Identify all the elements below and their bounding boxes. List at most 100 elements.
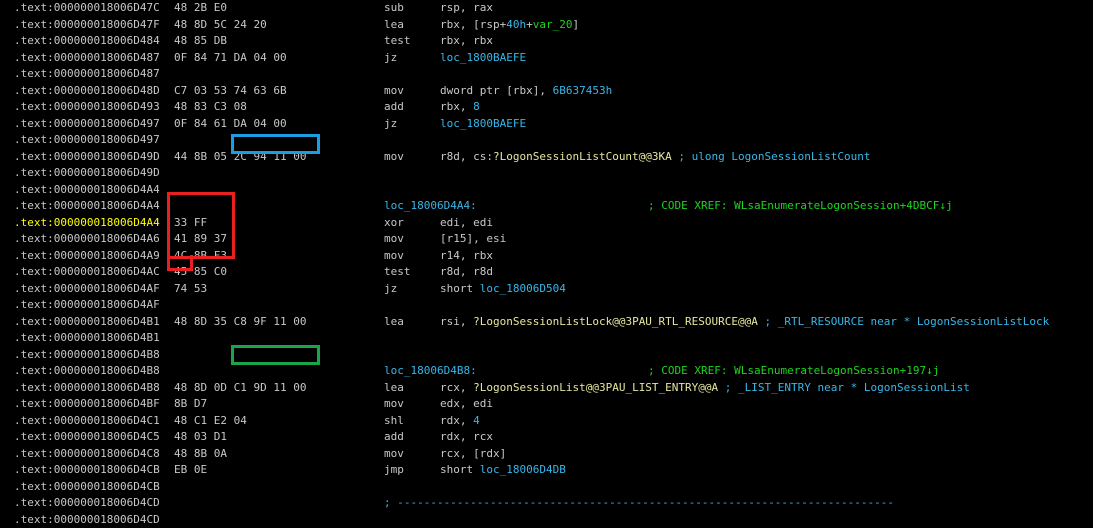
operands: rbx, [rsp+40h+var_20] [440,17,579,34]
address: .text:000000018006D4B1 [14,330,160,347]
listing-line[interactable]: .text:000000018006D4B848 8D 0D C1 9D 11 … [14,380,1093,397]
listing-line[interactable]: .text:000000018006D49D44 8B 05 2C 94 11 … [14,149,1093,166]
address: .text:000000018006D4B8 [14,347,160,364]
listing-line[interactable]: .text:000000018006D4CD [14,512,1093,528]
opcode-bytes: 74 53 [174,281,207,298]
symbol-reference[interactable]: loc_1800BAEFE [440,117,526,130]
code-label[interactable]: loc_18006D4B8: [384,363,477,380]
symbol-reference[interactable]: ; ulong LogonSessionListCount [672,150,871,163]
xref-comment: ; CODE XREF: WLsaEnumerateLogonSession+1… [648,363,939,380]
opcode-bytes: 48 2B E0 [174,0,227,17]
listing-line[interactable]: .text:000000018006D47C48 2B E0subrsp, ra… [14,0,1093,17]
operands: r14, rbx [440,248,493,265]
operands: rbx, rbx [440,33,493,50]
opcode-bytes: 4C 8B F3 [174,248,227,265]
mnemonic: lea [384,17,404,34]
opcode-bytes: 33 FF [174,215,207,232]
opcode-bytes: 48 8D 35 C8 9F 11 00 [174,314,306,331]
opcode-bytes: 48 03 D1 [174,429,227,446]
opcode-bytes: 41 89 37 [174,231,227,248]
listing-line[interactable]: .text:000000018006D47F 48 8D 5C 24 20 lea r… [14,17,1093,34]
listing-line[interactable]: .text:000000018006D49D [14,165,1093,182]
address: .text:000000018006D493 [14,99,160,116]
mnemonic: jz [384,50,397,67]
listing-line[interactable]: .text:000000018006D49348 83 C3 08addrbx,… [14,99,1093,116]
opcode-bytes: 45 85 C0 [174,264,227,281]
opcode-bytes: 0F 84 61 DA 04 00 [174,116,287,133]
listing-line[interactable]: .text:000000018006D4A94C 8B F3movr14, rb… [14,248,1093,265]
address: .text:000000018006D4C8 [14,446,160,463]
operands: dword ptr [rbx], 6B637453h [440,83,612,100]
address: .text:000000018006D4AF [14,281,160,298]
opcode-bytes: 48 8B 0A [174,446,227,463]
listing-line[interactable]: .text:000000018006D4870F 84 71 DA 04 00j… [14,50,1093,67]
listing-line[interactable]: .text:000000018006D497 [14,132,1093,149]
operand-token: edx, edi [440,397,493,410]
operands: edi, edi [440,215,493,232]
listing-line[interactable]: .text:000000018006D487 [14,66,1093,83]
listing-line[interactable]: .text:000000018006D4C5 48 03 D1 add rdx, rc… [14,429,1093,446]
address: .text:000000018006D4B8 [14,380,160,397]
address: .text:000000018006D47F [14,17,160,34]
mnemonic: mov [384,248,404,265]
symbol-reference[interactable]: ?LogonSessionListLock@@3PAU_RTL_RESOURCE… [473,315,758,328]
symbol-reference[interactable]: ?LogonSessionListCount@@3KA [493,150,672,163]
mnemonic: jz [384,116,397,133]
operand-token: r8d, cs: [440,150,493,163]
mnemonic: add [384,99,404,116]
operand-token: rsp, rax [440,1,493,14]
mnemonic: test [384,264,411,281]
opcode-bytes: 48 8D 5C 24 20 [174,17,267,34]
listing-line[interactable]: .text:000000018006D4B148 8D 35 C8 9F 11 … [14,314,1093,331]
listing-line[interactable]: .text:000000018006D4970F 84 61 DA 04 00j… [14,116,1093,133]
listing-line[interactable]: .text:000000018006D48448 85 DBtestrbx, r… [14,33,1093,50]
operands: rsp, rax [440,0,493,17]
symbol-reference[interactable]: ?LogonSessionList@@3PAU_LIST_ENTRY@@A [473,381,718,394]
operands: rbx, 8 [440,99,480,116]
mnemonic: add [384,429,404,446]
listing-line[interactable]: .text:000000018006D48DC7 03 53 74 63 6Bm… [14,83,1093,100]
symbol-reference[interactable]: ; _RTL_RESOURCE near * LogonSessionListL… [758,315,1049,328]
listing-line[interactable]: .text:000000018006D4AF74 53jzshort loc_1… [14,281,1093,298]
operand-token: 40h [506,18,526,31]
operands: short loc_18006D4DB [440,462,566,479]
symbol-reference[interactable]: ; _LIST_ENTRY near * LogonSessionList [718,381,970,394]
listing-line[interactable]: .text:000000018006D4CD; ----------------… [14,495,1093,512]
address: .text:000000018006D484 [14,33,160,50]
listing-line[interactable]: .text:000000018006D4C848 8B 0Amovrcx, [r… [14,446,1093,463]
listing-line[interactable]: .text:000000018006D4CBEB 0Ejmpshort loc_… [14,462,1093,479]
operands: rsi, ?LogonSessionListLock@@3PAU_RTL_RES… [440,314,1049,331]
address: .text:000000018006D4AF [14,297,160,314]
operands: r8d, cs:?LogonSessionListCount@@3KA ; ul… [440,149,870,166]
opcode-bytes: C7 03 53 74 63 6B [174,83,287,100]
opcode-bytes: 0F 84 71 DA 04 00 [174,50,287,67]
listing-line[interactable]: .text:000000018006D4B1 [14,330,1093,347]
operand-token: rbx, [440,100,473,113]
operand-token: edi, edi [440,216,493,229]
address: .text:000000018006D4CD [14,512,160,528]
operands: edx, edi [440,396,493,413]
operands: rdx, rcx [440,429,493,446]
listing-line[interactable]: .text:000000018006D4C148 C1 E2 04shlrdx,… [14,413,1093,430]
symbol-reference[interactable]: loc_18006D4DB [480,463,566,476]
opcode-bytes: EB 0E [174,462,207,479]
symbol-reference[interactable]: loc_18006D504 [480,282,566,295]
listing-line[interactable]: .text:000000018006D4B8 [14,347,1093,364]
symbol-reference[interactable]: loc_1800BAEFE [440,51,526,64]
listing-line[interactable]: .text:000000018006D4AC45 85 C0testr8d, r… [14,264,1093,281]
address: .text:000000018006D4C5 [14,429,160,446]
listing-line[interactable]: .text:000000018006D4A433 FFxoredi, edi [14,215,1093,232]
listing-line[interactable]: .text:000000018006D4A641 89 37mov[r15], … [14,231,1093,248]
mnemonic: shl [384,413,404,430]
operand-token: rsi, [440,315,473,328]
code-label[interactable]: loc_18006D4A4: [384,198,477,215]
disassembly-listing[interactable]: .text:000000018006D47C48 2B E0subrsp, ra… [14,0,1093,528]
operand-token: rbx, rbx [440,34,493,47]
operand-token: r8d, r8d [440,265,493,278]
listing-line[interactable]: .text:000000018006D4AF [14,297,1093,314]
listing-line[interactable]: .text:000000018006D4A4loc_18006D4A4:; CO… [14,198,1093,215]
listing-line[interactable]: .text:000000018006D4B8loc_18006D4B8:; CO… [14,363,1093,380]
listing-line[interactable]: .text:000000018006D4A4 [14,182,1093,199]
mnemonic: xor [384,215,404,232]
listing-line[interactable]: .text:000000018006D4BF8B D7movedx, edi [14,396,1093,413]
